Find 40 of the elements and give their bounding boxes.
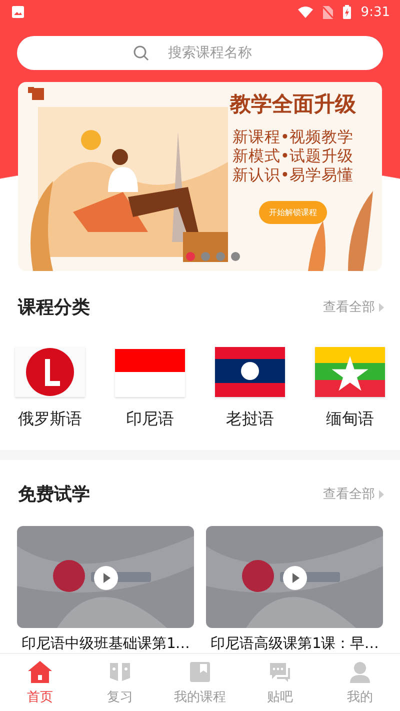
category-label[interactable]: 老挝语: [226, 409, 274, 430]
unlock-course-button[interactable]: 开始解锁课程: [259, 201, 327, 224]
tab-item[interactable]: 我的: [320, 654, 400, 711]
video-title[interactable]: 印尼语高级课第1课：早…: [210, 634, 378, 653]
battery-charging-icon: [342, 5, 351, 19]
banner-slogan: 新认识•易学易懂: [232, 166, 354, 185]
no-sim-icon: [322, 6, 333, 18]
wifi-icon: [298, 6, 313, 18]
myanmar-flag-icon: [315, 347, 385, 397]
tab-item[interactable]: 首页: [0, 654, 80, 711]
indonesia-flag-icon: [115, 347, 185, 397]
video-title[interactable]: 印尼语中级班基础课第1…: [22, 634, 190, 653]
chat-icon: [268, 661, 292, 683]
tab-item[interactable]: 贴吧: [240, 654, 320, 711]
status-time: 9:31: [360, 4, 390, 20]
section-title: 课程分类: [18, 296, 91, 319]
bookmark-card-icon: [189, 661, 211, 683]
home-icon: [28, 661, 52, 683]
chevron-right-icon: [379, 302, 384, 312]
chevron-right-icon: [379, 490, 384, 498]
section-title: 免费试学: [18, 483, 91, 506]
banner-title: 教学全面升级: [230, 91, 356, 118]
view-all-link[interactable]: 查看全部: [323, 485, 384, 503]
category-label[interactable]: 印尼语: [126, 409, 174, 430]
laos-flag-icon: [215, 347, 285, 397]
banner-slogan: 新模式•试题升级: [232, 147, 354, 166]
search-field[interactable]: 搜索课程名称: [17, 36, 383, 70]
logo-icon: [15, 347, 85, 397]
image-icon: [12, 6, 24, 18]
tab-item[interactable]: 我的课程: [160, 654, 240, 711]
play-icon[interactable]: [94, 566, 118, 590]
view-all-link[interactable]: 查看全部: [323, 298, 384, 316]
banner-slogan: 新课程•视频教学: [232, 128, 354, 147]
category-label[interactable]: 缅甸语: [326, 409, 374, 430]
search-icon: [133, 45, 149, 61]
tab-item[interactable]: 复习: [80, 654, 160, 711]
person-icon: [349, 661, 371, 683]
play-icon[interactable]: [283, 566, 307, 590]
book-icon: [108, 661, 132, 683]
category-label[interactable]: 俄罗斯语: [18, 409, 82, 430]
